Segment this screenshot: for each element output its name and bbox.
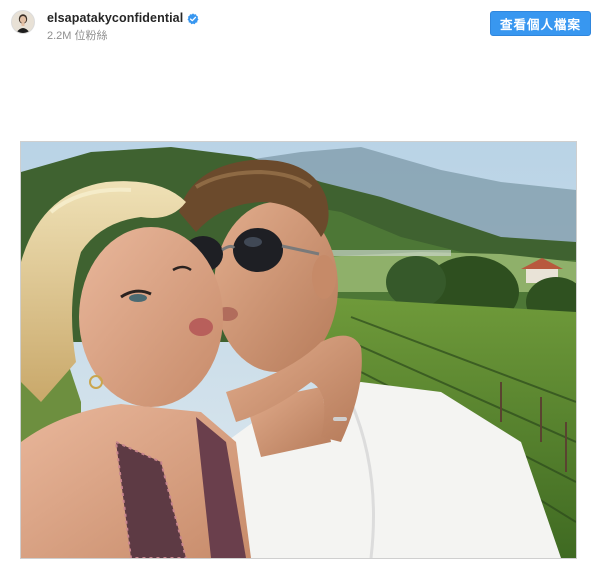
view-profile-button[interactable]: 查看個人檔案	[490, 11, 591, 36]
verified-badge-icon	[187, 12, 199, 25]
follower-count: 2.2M 位粉絲	[47, 30, 108, 42]
username-row: elsapatakyconfidential	[47, 10, 199, 26]
photo-illustration	[21, 142, 576, 558]
instagram-embed-card: elsapatakyconfidential 2.2M 位粉絲 查看個人檔案	[0, 0, 600, 588]
profile-avatar[interactable]	[11, 10, 35, 34]
username-link[interactable]: elsapatakyconfidential	[47, 11, 183, 25]
avatar-image	[12, 11, 34, 33]
post-header: elsapatakyconfidential 2.2M 位粉絲 查看個人檔案	[0, 0, 600, 46]
post-photo[interactable]	[20, 141, 577, 559]
